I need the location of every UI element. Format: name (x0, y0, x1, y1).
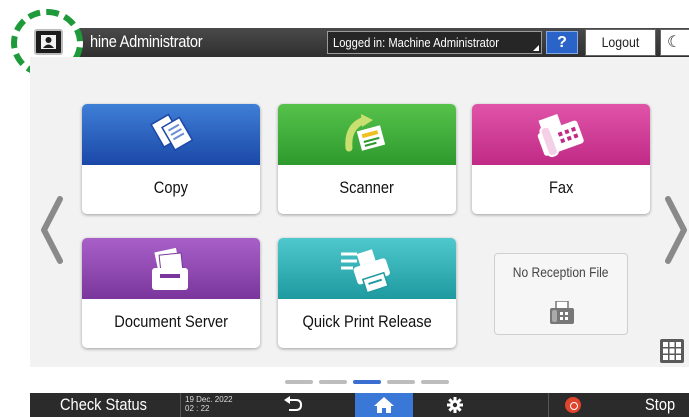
fax-tile-band (472, 104, 650, 165)
user-button[interactable] (34, 29, 63, 55)
fax-app-tile[interactable]: Fax (472, 104, 650, 214)
copy-label: Copy (153, 178, 189, 197)
corner-indicator-icon (533, 45, 539, 51)
stop-icon (565, 397, 581, 413)
page-dot-3 (353, 380, 381, 384)
stop-button[interactable]: Stop (548, 393, 689, 417)
document-server-tile-band (82, 238, 260, 299)
login-status-text: Logged in: Machine Administrator (333, 35, 499, 50)
document-server-app-tile[interactable]: Document Server (82, 238, 260, 348)
quick-print-release-app-tile[interactable]: Quick Print Release (278, 238, 456, 348)
stop-label: Stop (645, 395, 676, 414)
document-server-icon (152, 247, 188, 290)
quick-print-release-label: Quick Print Release (302, 312, 432, 331)
page-dot-4 (387, 380, 415, 384)
fax-label: Fax (548, 178, 574, 197)
no-reception-file-text: No Reception File (513, 264, 609, 280)
energy-saver-button[interactable]: ☾ (660, 29, 689, 56)
top-bar: hine Administrator Logged in: Machine Ad… (30, 28, 689, 57)
page-dot-1 (285, 380, 313, 384)
copy-icon (150, 113, 194, 152)
next-page-arrow[interactable] (664, 195, 689, 265)
logout-label: Logout (601, 34, 640, 50)
fax-reception-widget[interactable]: No Reception File (494, 253, 628, 335)
logout-button[interactable]: Logout (585, 29, 656, 56)
date-text: 19 Dec. 2022 (185, 395, 233, 404)
copy-app-tile[interactable]: Copy (82, 104, 260, 214)
back-arrow-icon (284, 396, 303, 411)
scanner-icon (345, 114, 386, 152)
document-server-label: Document Server (114, 312, 228, 331)
fax-reception-icon (550, 301, 574, 324)
scanner-tile-band (278, 104, 456, 165)
scanner-label: Scanner (339, 178, 395, 197)
quick-print-release-tile-band (278, 238, 456, 299)
grid-icon (663, 342, 681, 360)
time-text: 02 : 22 (185, 404, 210, 413)
bottom-bar: Check Status 19 Dec. 2022 02 : 22 Stop (30, 393, 689, 417)
home-button[interactable] (355, 393, 413, 417)
scanner-app-tile[interactable]: Scanner (278, 104, 456, 214)
user-icon (41, 35, 56, 49)
user-name: hine Administrator (90, 32, 203, 51)
quick-print-release-icon (341, 249, 390, 294)
copy-tile-band (82, 104, 260, 165)
fax-icon (537, 113, 584, 158)
date-time-display: 19 Dec. 2022 02 : 22 (180, 393, 260, 417)
check-status-button[interactable]: Check Status (30, 393, 178, 417)
back-button[interactable] (258, 393, 328, 417)
moon-icon: ☾ (667, 34, 682, 51)
settings-button[interactable] (420, 393, 490, 417)
login-status-field[interactable]: Logged in: Machine Administrator (327, 31, 542, 54)
widget-list-button[interactable] (660, 339, 684, 363)
gear-icon (447, 397, 463, 413)
help-button[interactable]: ? (546, 31, 578, 54)
page-dot-5 (421, 380, 449, 384)
home-icon (374, 397, 394, 413)
page-dot-2 (319, 380, 347, 384)
previous-page-arrow[interactable] (38, 195, 64, 265)
